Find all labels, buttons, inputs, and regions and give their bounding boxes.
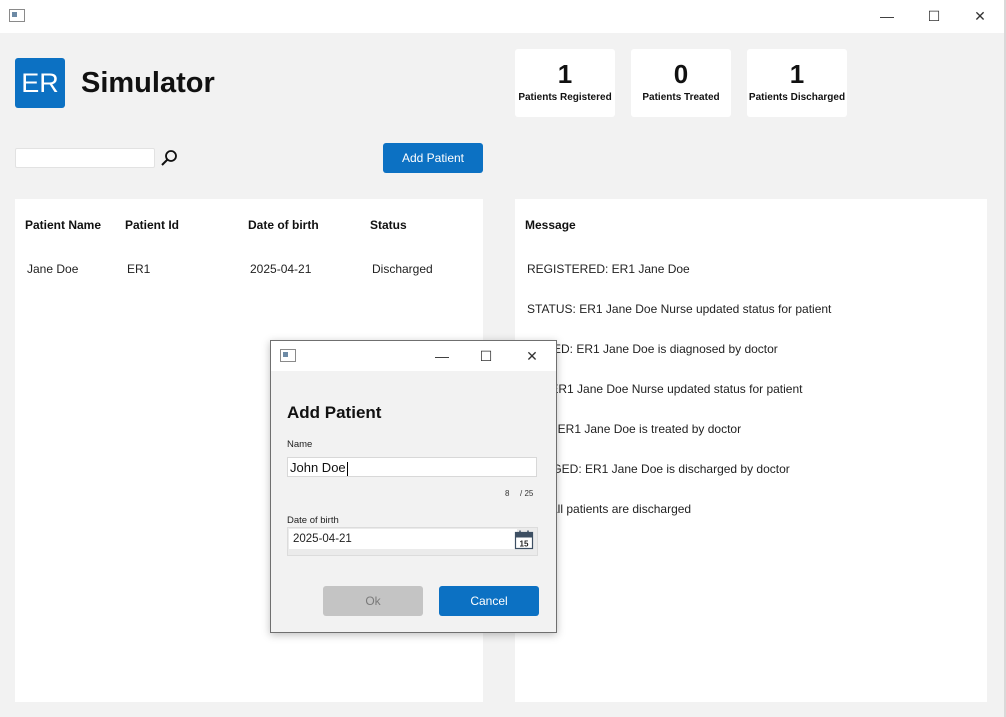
search-icon[interactable]: [160, 149, 178, 167]
maximize-button[interactable]: ☐: [911, 0, 957, 32]
stat-label: Patients Treated: [642, 92, 720, 103]
dialog-close-button[interactable]: ✕: [509, 341, 555, 371]
list-item[interactable]: TED: ER1 Jane Doe is treated by doctor: [527, 422, 741, 436]
calendar-day: 15: [520, 540, 529, 549]
cell-id: ER1: [127, 262, 151, 276]
messages-panel: Message REGISTERED: ER1 Jane Doe STATUS:…: [515, 199, 987, 702]
list-item[interactable]: HARGED: ER1 Jane Doe is discharged by do…: [527, 462, 790, 476]
column-header-message[interactable]: Message: [525, 218, 576, 232]
cell-status: Discharged: [372, 262, 433, 276]
dialog-window-icon: [280, 349, 296, 362]
dialog-minimize-button[interactable]: —: [419, 341, 465, 371]
stat-label: Patients Registered: [518, 92, 612, 103]
stat-value: 0: [673, 59, 689, 89]
name-value: John Doe: [290, 460, 346, 475]
column-header-name[interactable]: Patient Name: [25, 218, 101, 232]
stat-label: Patients Discharged: [748, 92, 846, 103]
cell-dob: 2025-04-21: [250, 262, 312, 276]
app-title: Simulator: [81, 67, 215, 99]
list-item[interactable]: NOSED: ER1 Jane Doe is diagnosed by doct…: [527, 342, 778, 356]
name-field[interactable]: John Doe: [287, 457, 537, 477]
stat-card-registered: 1 Patients Registered: [515, 49, 615, 117]
cell-name: Jane Doe: [27, 262, 79, 276]
maximize-icon: ☐: [479, 347, 493, 364]
minimize-button[interactable]: —: [864, 0, 910, 32]
name-label: Name: [287, 439, 313, 450]
search-input[interactable]: [15, 148, 155, 168]
cancel-button[interactable]: Cancel: [439, 586, 539, 616]
add-patient-dialog: — ☐ ✕ Add Patient Name John Doe 8 / 25 D…: [270, 340, 557, 633]
window-titlebar: — ☐ ✕: [0, 0, 1006, 33]
close-icon: ✕: [974, 7, 986, 24]
list-item[interactable]: STATUS: ER1 Jane Doe Nurse updated statu…: [527, 302, 831, 316]
column-header-status[interactable]: Status: [370, 218, 407, 232]
stat-card-treated: 0 Patients Treated: [631, 49, 731, 117]
char-max: / 25: [520, 489, 534, 498]
stat-value: 1: [789, 59, 805, 89]
maximize-icon: ☐: [927, 7, 941, 24]
stat-value: 1: [557, 59, 573, 89]
dialog-title: Add Patient: [287, 403, 382, 422]
close-icon: ✕: [526, 347, 538, 364]
app-window-icon: [9, 9, 25, 22]
char-count: 8: [505, 489, 510, 498]
dialog-titlebar: — ☐ ✕: [271, 341, 556, 371]
list-item[interactable]: US: ER1 Jane Doe Nurse updated status fo…: [527, 382, 803, 396]
column-header-dob[interactable]: Date of birth: [248, 218, 319, 232]
column-header-id[interactable]: Patient Id: [125, 218, 179, 232]
list-item[interactable]: REGISTERED: ER1 Jane Doe: [527, 262, 690, 276]
ok-button[interactable]: Ok: [323, 586, 423, 616]
logo-text: ER: [21, 67, 59, 98]
date-picker[interactable]: 2025-04-21 15: [287, 527, 538, 556]
minimize-icon: —: [880, 8, 894, 24]
app-logo: ER: [15, 58, 65, 108]
add-patient-button[interactable]: Add Patient: [383, 143, 483, 173]
stat-card-discharged: 1 Patients Discharged: [747, 49, 847, 117]
close-button[interactable]: ✕: [957, 0, 1003, 32]
minimize-icon: —: [435, 348, 449, 364]
dialog-maximize-button[interactable]: ☐: [463, 341, 509, 371]
calendar-icon[interactable]: 15: [514, 530, 534, 550]
text-cursor: [346, 461, 348, 476]
dob-field[interactable]: 2025-04-21: [289, 529, 517, 549]
dob-label: Date of birth: [287, 515, 339, 526]
